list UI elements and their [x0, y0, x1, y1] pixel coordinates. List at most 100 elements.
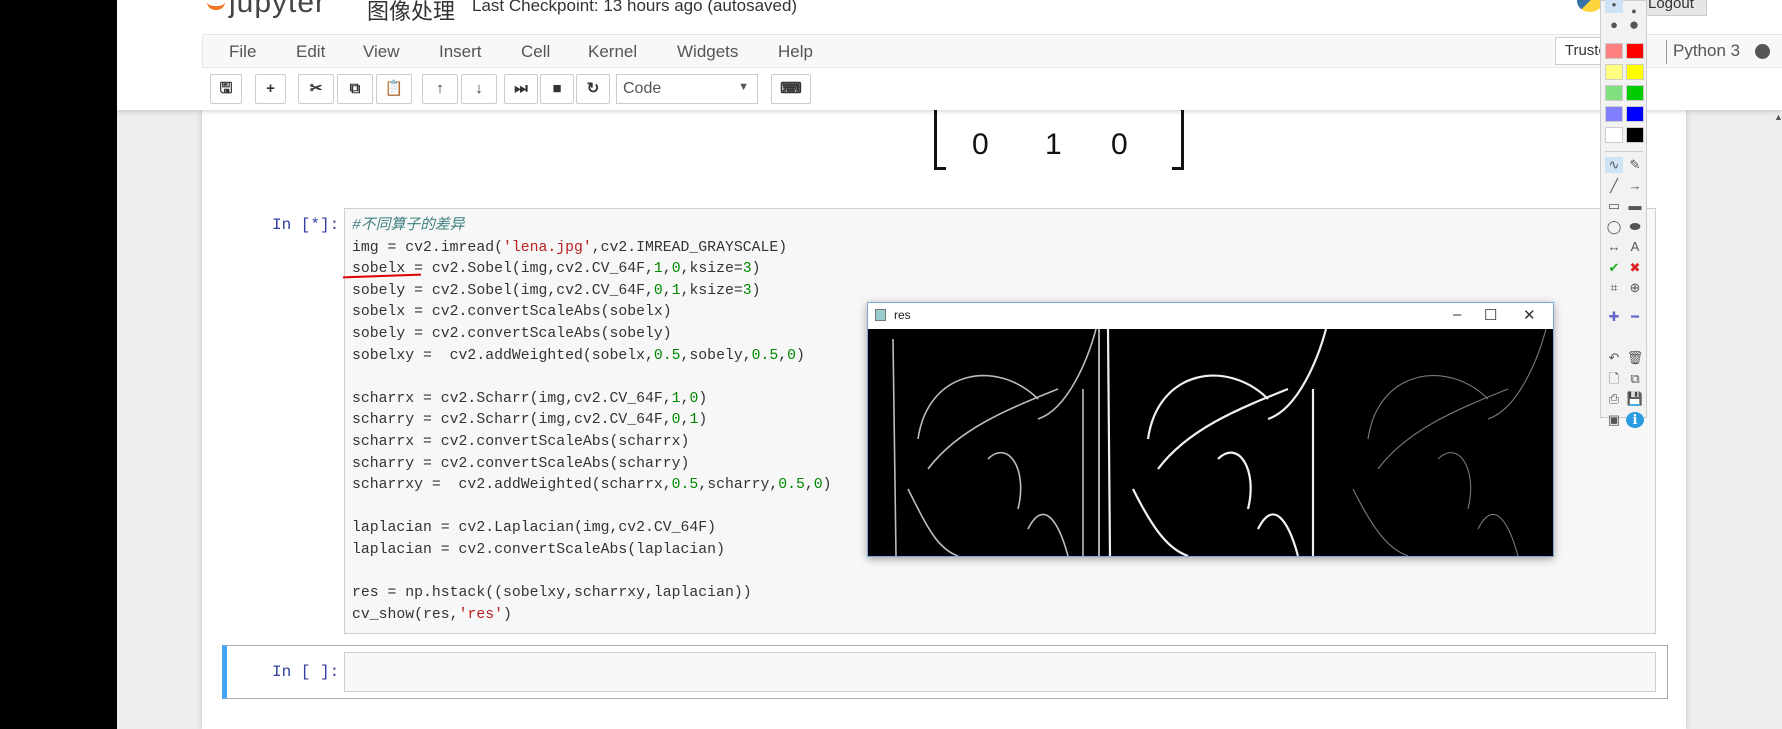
move-up-button[interactable]: ↑	[422, 74, 458, 104]
color-swatch[interactable]	[1626, 64, 1644, 80]
arrow-up-icon: ↑	[436, 80, 444, 97]
divider	[1605, 151, 1643, 152]
annotation-toolbar: • ● ● ● ∿ ✎ ╱ → ▭ ▬ ◯ ⬬ ↔ A ✔ ✖ ⌗ ⊕ ✚ ━ ↶ 🗑 🗋 ⧉ ⎙ 💾 ▣ ℹ	[1600, 0, 1647, 428]
cut-button[interactable]: ✂	[298, 74, 334, 104]
maximize-button[interactable]: ☐	[1484, 306, 1497, 324]
scroll-up-arrow-icon[interactable]: ▲	[1774, 112, 1782, 122]
window-title: res	[894, 308, 911, 322]
menu-widgets[interactable]: Widgets	[677, 42, 738, 62]
color-swatch[interactable]	[1605, 127, 1623, 143]
crop-icon[interactable]: ⌗	[1605, 280, 1623, 296]
matrix-entry: 1	[1045, 128, 1062, 161]
check-icon[interactable]: ✔	[1605, 260, 1623, 276]
edge-detection-result-image	[868, 329, 1553, 556]
print-icon[interactable]: ⎙	[1605, 391, 1623, 407]
paste-button[interactable]: 📋	[376, 74, 412, 104]
color-swatch[interactable]	[1626, 43, 1644, 59]
copy-button[interactable]: ⧉	[337, 74, 373, 104]
image-window[interactable]: res – ☐ ✕	[867, 302, 1554, 557]
color-swatch[interactable]	[1626, 106, 1644, 122]
pen-size-large-icon[interactable]: ●	[1605, 17, 1623, 33]
filled-rectangle-icon[interactable]: ▬	[1626, 198, 1644, 214]
new-page-icon[interactable]: 🗋	[1605, 371, 1623, 387]
run-button[interactable]: ⏭	[504, 74, 538, 104]
zoom-icon[interactable]: ⊕	[1626, 280, 1644, 296]
matrix-entry: 0	[1111, 128, 1128, 161]
menu-edit[interactable]: Edit	[296, 42, 325, 62]
color-swatch[interactable]	[1626, 85, 1644, 101]
double-arrow-icon[interactable]: ↔	[1605, 239, 1623, 255]
cell-prompt: In [*]:	[272, 216, 340, 234]
scharr-panel	[1106, 329, 1328, 556]
command-palette-button[interactable]: ⌨	[771, 74, 811, 104]
text-icon[interactable]: A	[1626, 239, 1644, 255]
highlighter-icon[interactable]: ✎	[1626, 157, 1644, 173]
menu-cell[interactable]: Cell	[521, 42, 550, 62]
menu-insert[interactable]: Insert	[439, 42, 482, 62]
zoom-out-icon[interactable]: ━	[1626, 309, 1644, 325]
refresh-icon: ↻	[586, 80, 600, 97]
menu-file[interactable]: File	[229, 42, 256, 62]
menu-view[interactable]: View	[363, 42, 400, 62]
matrix-entry: 0	[972, 128, 989, 161]
save-button[interactable]: 🖫	[210, 74, 242, 104]
filled-ellipse-icon[interactable]: ⬬	[1626, 219, 1644, 235]
step-forward-icon: ⏭	[514, 80, 528, 97]
code-line: #不同算子的差异	[352, 218, 465, 234]
cell-prompt: In [ ]:	[272, 663, 340, 681]
restart-button[interactable]: ↻	[576, 74, 610, 104]
code-line: sobely = cv2.convertScaleAbs(sobely)	[352, 325, 672, 342]
code-line: scharrxy = cv2.addWeighted(scharrx,0.5,s…	[352, 477, 832, 494]
paste-icon: 📋	[384, 80, 404, 97]
window-titlebar[interactable]: res – ☐ ✕	[868, 303, 1553, 329]
copy-icon[interactable]: ⧉	[1626, 371, 1644, 387]
code-line: img = cv2.imread('lena.jpg',cv2.IMREAD_G…	[352, 239, 788, 256]
code-line: laplacian = cv2.Laplacian(img,cv2.CV_64F…	[352, 520, 717, 537]
info-icon[interactable]: ℹ	[1626, 411, 1644, 428]
checkpoint-status: Last Checkpoint: 13 hours ago (autosaved…	[472, 0, 798, 15]
code-line: scharry = cv2.Scharr(img,cv2.CV_64F,0,1)	[352, 412, 708, 429]
ellipse-icon[interactable]: ◯	[1605, 219, 1623, 235]
matrix-left-bracket	[934, 100, 946, 170]
color-swatch[interactable]	[1605, 85, 1623, 101]
zoom-in-icon[interactable]: ✚	[1605, 309, 1623, 325]
arrow-icon[interactable]: →	[1626, 178, 1644, 194]
notebook-title[interactable]: 图像处理	[367, 0, 455, 26]
minimize-button[interactable]: –	[1453, 306, 1461, 323]
window-app-icon	[875, 309, 886, 321]
save-icon[interactable]: 💾	[1626, 391, 1644, 407]
move-down-button[interactable]: ↓	[461, 74, 497, 104]
trash-icon[interactable]: 🗑	[1626, 350, 1644, 366]
interrupt-button[interactable]: ■	[540, 74, 574, 104]
rectangle-icon[interactable]: ▭	[1605, 198, 1623, 214]
cross-icon[interactable]: ✖	[1626, 260, 1644, 276]
screenshot-icon[interactable]: ▣	[1605, 412, 1623, 428]
pen-size-xlarge-icon[interactable]: ●	[1625, 16, 1643, 33]
cell-type-select[interactable]: Code ▼	[616, 74, 758, 104]
scissors-icon: ✂	[309, 80, 323, 97]
divider	[1666, 40, 1667, 64]
empty-code-input[interactable]	[344, 652, 1656, 692]
line-icon[interactable]: ╱	[1605, 178, 1623, 194]
code-line: sobely = cv2.Sobel(img,cv2.CV_64F,0,1,ks…	[352, 282, 761, 299]
pen-size-small-icon[interactable]: •	[1605, 0, 1623, 13]
save-icon: 🖫	[219, 80, 233, 97]
insert-cell-button[interactable]: +	[255, 74, 286, 104]
color-swatch[interactable]	[1626, 127, 1644, 143]
color-swatch[interactable]	[1605, 64, 1623, 80]
undo-icon[interactable]: ↶	[1605, 350, 1623, 366]
jupyter-logo[interactable]: jupyter	[229, 0, 326, 20]
matrix-right-bracket	[1172, 100, 1184, 170]
color-swatch[interactable]	[1605, 106, 1623, 122]
close-button[interactable]: ✕	[1523, 306, 1536, 324]
code-editor[interactable]: #不同算子的差异 img = cv2.imread('lena.jpg',cv2.…	[352, 216, 832, 626]
freehand-icon[interactable]: ∿	[1605, 157, 1623, 173]
color-swatch[interactable]	[1605, 43, 1623, 59]
menu-help[interactable]: Help	[778, 42, 813, 62]
keyboard-icon: ⌨	[780, 80, 802, 97]
code-line: sobelxy = cv2.addWeighted(sobelx,0.5,sob…	[352, 347, 805, 364]
menu-kernel[interactable]: Kernel	[588, 42, 637, 62]
code-line: cv_show(res,'res')	[352, 606, 512, 623]
kernel-name[interactable]: Python 3	[1673, 41, 1740, 61]
black-margin	[0, 0, 117, 729]
